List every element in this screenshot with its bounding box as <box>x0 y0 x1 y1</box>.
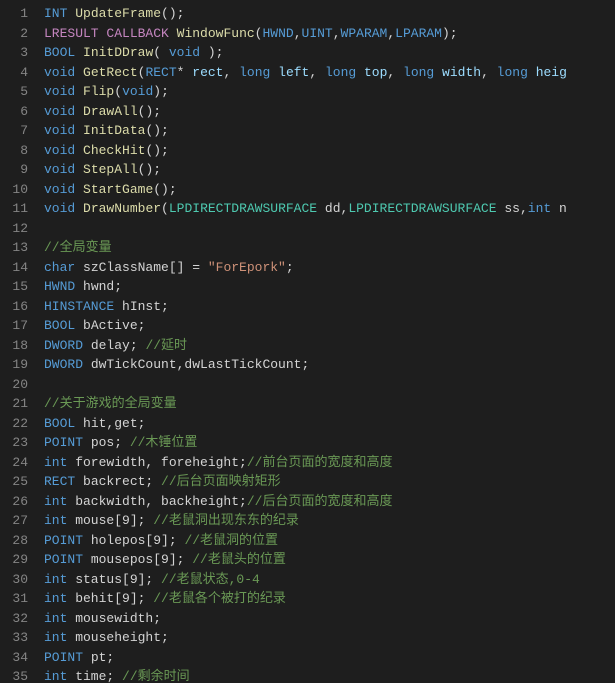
code-line-27: int mouse[9]; //老鼠洞出现东东的纪录 <box>44 511 615 531</box>
ln-18: 18 <box>0 336 28 356</box>
code-line-14: char szClassName[] = "ForEpork"; <box>44 258 615 278</box>
line-number-gutter: 1 2 3 4 5 6 7 8 9 10 11 12 13 14 15 16 1… <box>0 0 36 683</box>
ln-24: 24 <box>0 453 28 473</box>
code-line-10: void StartGame(); <box>44 180 615 200</box>
ln-4: 4 <box>0 63 28 83</box>
ln-10: 10 <box>0 180 28 200</box>
ln-8: 8 <box>0 141 28 161</box>
code-line-8: void CheckHit(); <box>44 141 615 161</box>
code-line-34: POINT pt; <box>44 648 615 668</box>
code-line-23: POINT pos; //木锤位置 <box>44 433 615 453</box>
code-line-30: int status[9]; //老鼠状态,0-4 <box>44 570 615 590</box>
ln-30: 30 <box>0 570 28 590</box>
ln-12: 12 <box>0 219 28 239</box>
ln-28: 28 <box>0 531 28 551</box>
code-line-24: int forewidth, foreheight;//前台页面的宽度和高度 <box>44 453 615 473</box>
code-line-16: HINSTANCE hInst; <box>44 297 615 317</box>
code-line-5: void Flip(void); <box>44 82 615 102</box>
ln-20: 20 <box>0 375 28 395</box>
ln-21: 21 <box>0 394 28 414</box>
ln-11: 11 <box>0 199 28 219</box>
ln-31: 31 <box>0 589 28 609</box>
ln-33: 33 <box>0 628 28 648</box>
code-line-3: BOOL InitDDraw( void ); <box>44 43 615 63</box>
ln-23: 23 <box>0 433 28 453</box>
code-line-9: void StepAll(); <box>44 160 615 180</box>
code-line-15: HWND hwnd; <box>44 277 615 297</box>
ln-1: 1 <box>0 4 28 24</box>
ln-29: 29 <box>0 550 28 570</box>
code-line-2: LRESULT CALLBACK WindowFunc(HWND,UINT,WP… <box>44 24 615 44</box>
ln-34: 34 <box>0 648 28 668</box>
code-line-6: void DrawAll(); <box>44 102 615 122</box>
code-line-13: //全局变量 <box>44 238 615 258</box>
ln-2: 2 <box>0 24 28 44</box>
ln-6: 6 <box>0 102 28 122</box>
ln-32: 32 <box>0 609 28 629</box>
code-line-1: INT UpdateFrame(); <box>44 4 615 24</box>
ln-19: 19 <box>0 355 28 375</box>
code-line-17: BOOL bActive; <box>44 316 615 336</box>
code-line-21: //关于游戏的全局变量 <box>44 394 615 414</box>
ln-25: 25 <box>0 472 28 492</box>
ln-14: 14 <box>0 258 28 278</box>
code-line-11: void DrawNumber(LPDIRECTDRAWSURFACE dd,L… <box>44 199 615 219</box>
code-line-35: int time; //剩余时间 <box>44 667 615 683</box>
code-line-25: RECT backrect; //后台页面映射矩形 <box>44 472 615 492</box>
code-line-4: void GetRect(RECT* rect, long left, long… <box>44 63 615 83</box>
ln-26: 26 <box>0 492 28 512</box>
ln-35: 35 <box>0 667 28 683</box>
code-content[interactable]: INT UpdateFrame(); LRESULT CALLBACK Wind… <box>36 0 615 683</box>
ln-7: 7 <box>0 121 28 141</box>
ln-22: 22 <box>0 414 28 434</box>
code-line-19: DWORD dwTickCount,dwLastTickCount; <box>44 355 615 375</box>
ln-3: 3 <box>0 43 28 63</box>
ln-13: 13 <box>0 238 28 258</box>
code-line-32: int mousewidth; <box>44 609 615 629</box>
ln-5: 5 <box>0 82 28 102</box>
code-line-7: void InitData(); <box>44 121 615 141</box>
code-line-12 <box>44 219 615 239</box>
code-line-20 <box>44 375 615 395</box>
ln-15: 15 <box>0 277 28 297</box>
code-line-31: int behit[9]; //老鼠各个被打的纪录 <box>44 589 615 609</box>
code-line-33: int mouseheight; <box>44 628 615 648</box>
ln-9: 9 <box>0 160 28 180</box>
ln-16: 16 <box>0 297 28 317</box>
code-line-29: POINT mousepos[9]; //老鼠头的位置 <box>44 550 615 570</box>
ln-17: 17 <box>0 316 28 336</box>
code-editor: 1 2 3 4 5 6 7 8 9 10 11 12 13 14 15 16 1… <box>0 0 615 683</box>
code-line-18: DWORD delay; //延时 <box>44 336 615 356</box>
code-line-22: BOOL hit,get; <box>44 414 615 434</box>
code-line-26: int backwidth, backheight;//后台页面的宽度和高度 <box>44 492 615 512</box>
code-line-28: POINT holepos[9]; //老鼠洞的位置 <box>44 531 615 551</box>
ln-27: 27 <box>0 511 28 531</box>
